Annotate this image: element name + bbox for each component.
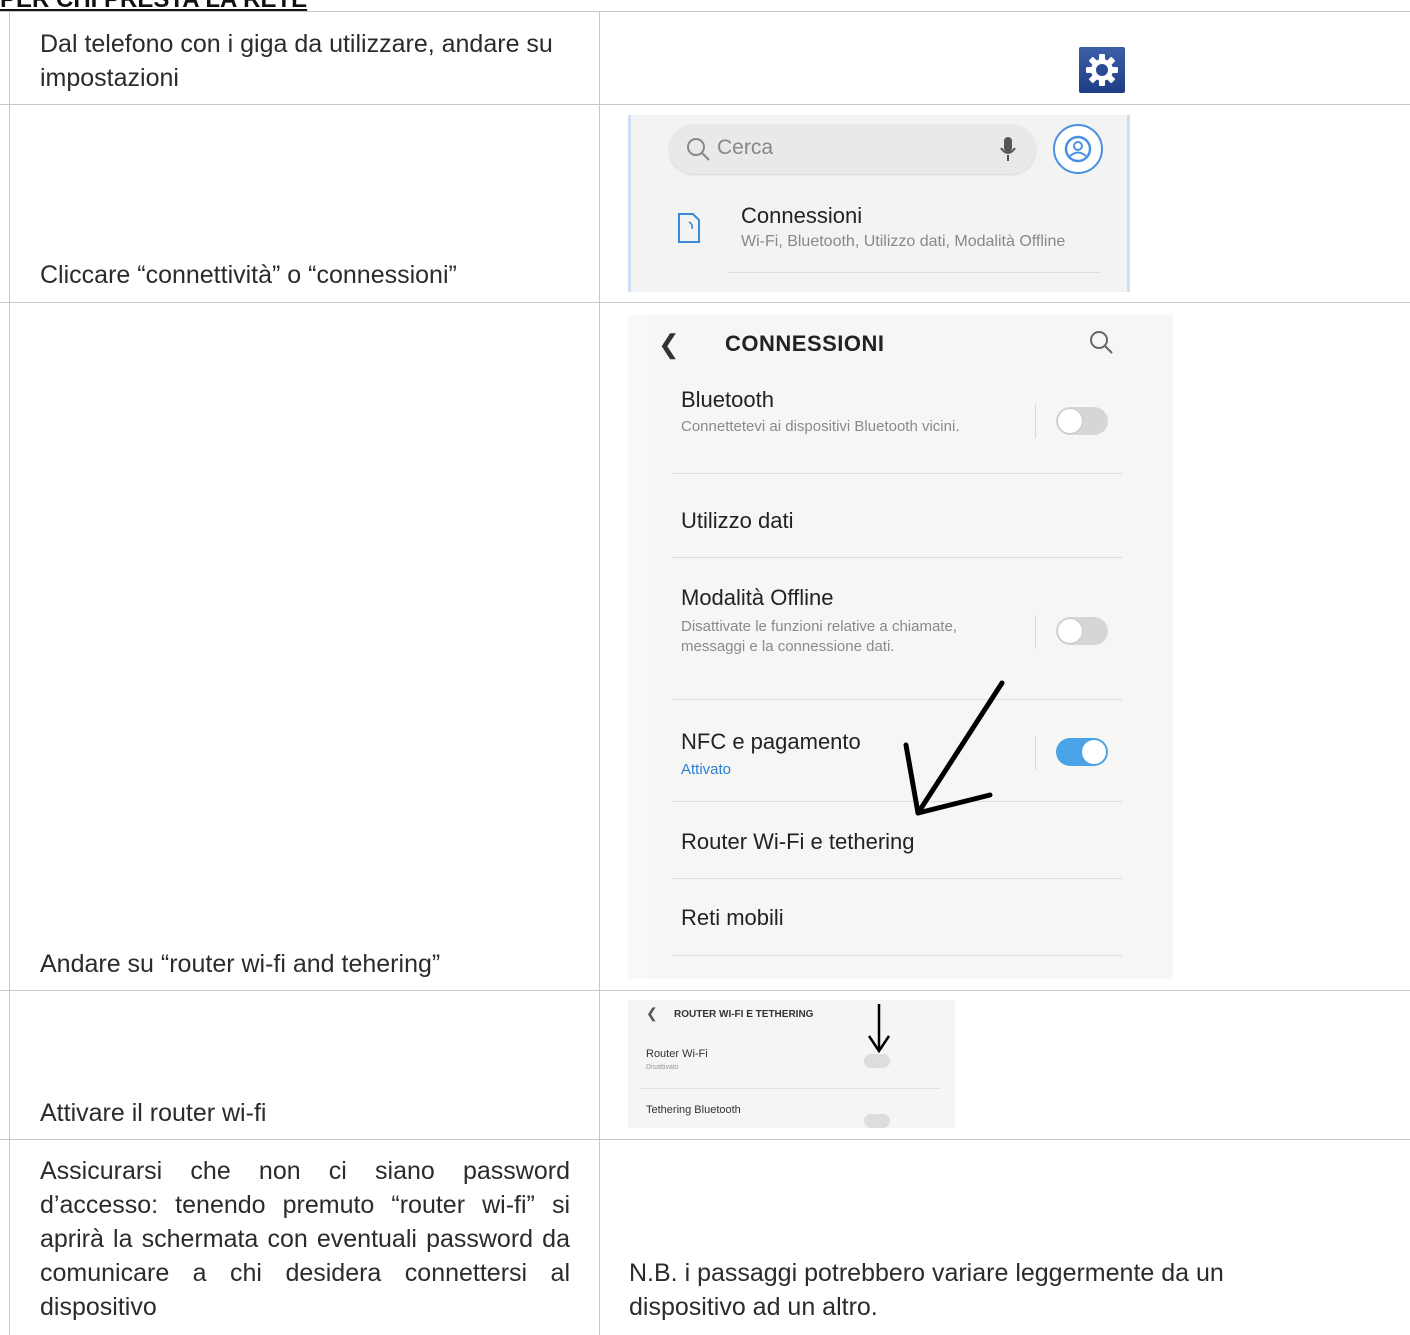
list-item-title: Tethering Bluetooth xyxy=(646,1104,741,1116)
step-2-text: Cliccare “connettività” o “connessioni” xyxy=(40,261,457,289)
list-item-subtitle: Connettetevi ai dispositivi Bluetooth vi… xyxy=(681,418,960,435)
step-3-text: Andare su “router wi-fi and tehering” xyxy=(40,950,441,978)
table-border-top xyxy=(0,11,1410,12)
back-arrow-icon: ❮ xyxy=(646,1005,658,1021)
search-placeholder: Cerca xyxy=(717,136,774,159)
step-5-text: Assicurarsi che non ci siano password d’… xyxy=(40,1157,570,1321)
list-item-subtitle: Disattivate le funzioni relative a chiam… xyxy=(681,618,957,655)
list-item-title: Router Wi-Fi xyxy=(646,1048,708,1060)
table-row-divider xyxy=(0,990,1410,991)
connections-icon xyxy=(678,213,700,243)
connections-screenshot: ❮ CONNESSIONI Bluetooth Connettetevi ai … xyxy=(628,315,1173,979)
microphone-icon xyxy=(1000,137,1016,161)
bluetooth-tethering-toggle xyxy=(864,1114,890,1128)
nfc-toggle xyxy=(1056,738,1108,766)
screen-title: ROUTER WI-FI E TETHERING xyxy=(674,1009,814,1020)
router-screenshot: ❮ ROUTER WI-FI E TETHERING Router Wi-Fi … xyxy=(628,1000,955,1128)
pointer-arrow-icon xyxy=(903,680,1005,816)
table-border-left xyxy=(9,12,10,1335)
back-arrow-icon: ❮ xyxy=(658,329,680,359)
search-bar: Cerca xyxy=(669,124,1036,174)
list-item-title: NFC e pagamento xyxy=(681,729,861,754)
account-icon xyxy=(1053,124,1103,174)
table-row-divider xyxy=(0,104,1410,105)
step-1-text: Dal telefono con i giga da utilizzare, a… xyxy=(40,30,553,92)
table-column-divider xyxy=(599,12,600,1335)
search-icon xyxy=(1090,331,1113,354)
list-item-subtitle: Disattivato xyxy=(646,1064,679,1071)
settings-screenshot: Cerca Connessioni Wi-Fi, Bluetooth, Util… xyxy=(628,115,1130,292)
bluetooth-toggle xyxy=(1056,407,1108,435)
note-text: N.B. i passaggi potrebbero variare legge… xyxy=(629,1259,1224,1321)
search-icon xyxy=(687,138,710,161)
list-item-title: Modalità Offline xyxy=(681,585,834,610)
list-item-title: Reti mobili xyxy=(681,905,784,930)
table-row-divider xyxy=(0,302,1410,303)
list-item-title: Router Wi-Fi e tethering xyxy=(681,829,915,854)
connections-title: Connessioni xyxy=(741,203,863,228)
offline-mode-toggle xyxy=(1056,617,1108,645)
list-item-title: Utilizzo dati xyxy=(681,508,794,533)
table-row-divider xyxy=(0,1139,1410,1140)
router-wifi-toggle xyxy=(864,1054,890,1068)
list-item-title: Bluetooth xyxy=(681,387,774,412)
step-4-text: Attivare il router wi-fi xyxy=(40,1099,267,1127)
settings-gear-icon xyxy=(1079,47,1125,93)
connections-subtitle: Wi-Fi, Bluetooth, Utilizzo dati, Modalit… xyxy=(741,233,1066,250)
list-divider xyxy=(729,272,1101,273)
screen-title: CONNESSIONI xyxy=(725,331,885,356)
down-arrow-icon xyxy=(867,1004,891,1054)
